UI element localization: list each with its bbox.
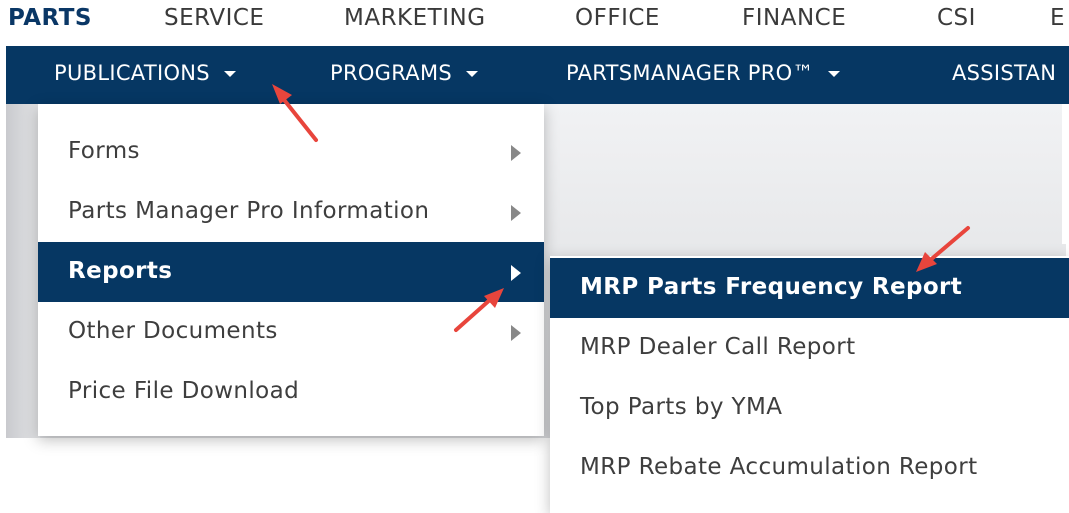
menu-item-label: Price File Download (68, 378, 300, 404)
top-nav-service[interactable]: SERVICE (164, 5, 264, 31)
sub-nav-programs[interactable]: PROGRAMS (330, 61, 479, 85)
submenu-item-label: MRP Dealer Call Report (580, 334, 856, 360)
top-nav-e[interactable]: E (1050, 5, 1065, 31)
submenu-item-mrp-dealer-call-report[interactable]: MRP Dealer Call Report (550, 318, 1069, 378)
caret-down-icon (827, 71, 840, 77)
sub-nav-assistance[interactable]: ASSISTAN (952, 61, 1056, 85)
submenu-item-label: MRP Rebate Accumulation Report (580, 454, 978, 480)
caret-down-icon (466, 71, 479, 77)
top-nav-office[interactable]: OFFICE (575, 5, 660, 31)
sub-nav-bar: PUBLICATIONS PROGRAMS PARTSMANAGER PRO™ … (6, 46, 1069, 104)
menu-item-label: Parts Manager Pro Information (68, 198, 430, 224)
menu-item-price-file-download[interactable]: Price File Download (38, 362, 544, 422)
sub-nav-partsmanager-pro[interactable]: PARTSMANAGER PRO™ (566, 61, 840, 85)
top-nav-finance[interactable]: FINANCE (742, 5, 846, 31)
sub-nav-publications[interactable]: PUBLICATIONS (54, 61, 236, 85)
submenu-item-top-parts-by-yma[interactable]: Top Parts by YMA (550, 378, 1069, 438)
caret-down-icon (223, 71, 236, 77)
menu-item-label: Reports (68, 258, 173, 284)
triangle-right-icon (511, 145, 521, 161)
hero-banner-edge (6, 104, 40, 438)
submenu-item-label: Top Parts by YMA (580, 394, 783, 420)
submenu-item-mrp-parts-frequency-report[interactable]: MRP Parts Frequency Report (550, 258, 1069, 318)
sub-nav-partsmanager-pro-label: PARTSMANAGER PRO™ (566, 61, 814, 85)
submenu-item-label: MRP Parts Frequency Report (580, 274, 963, 300)
menu-item-reports[interactable]: Reports (38, 242, 544, 302)
triangle-right-icon (511, 265, 521, 281)
triangle-right-icon (511, 325, 521, 341)
top-nav-csi[interactable]: CSI (937, 5, 976, 31)
top-nav-marketing[interactable]: MARKETING (344, 5, 486, 31)
sub-nav-programs-label: PROGRAMS (330, 61, 453, 85)
publications-dropdown: Forms Parts Manager Pro Information Repo… (38, 104, 544, 436)
menu-item-parts-manager-pro-information[interactable]: Parts Manager Pro Information (38, 182, 544, 242)
reports-submenu: MRP Parts Frequency Report MRP Dealer Ca… (550, 256, 1069, 513)
submenu-item-mrp-rebate-accumulation-report[interactable]: MRP Rebate Accumulation Report (550, 438, 1069, 498)
menu-item-label: Forms (68, 138, 140, 164)
sub-nav-publications-label: PUBLICATIONS (54, 61, 210, 85)
hero-banner-strip (1062, 104, 1069, 244)
sub-nav-assistance-label: ASSISTAN (952, 61, 1057, 85)
menu-item-forms[interactable]: Forms (38, 122, 544, 182)
menu-item-label: Other Documents (68, 318, 278, 344)
menu-item-other-documents[interactable]: Other Documents (38, 302, 544, 362)
triangle-right-icon (511, 205, 521, 221)
top-nav-parts[interactable]: PARTS (8, 5, 92, 31)
top-nav: PARTS SERVICE MARKETING OFFICE FINANCE C… (0, 0, 1069, 38)
